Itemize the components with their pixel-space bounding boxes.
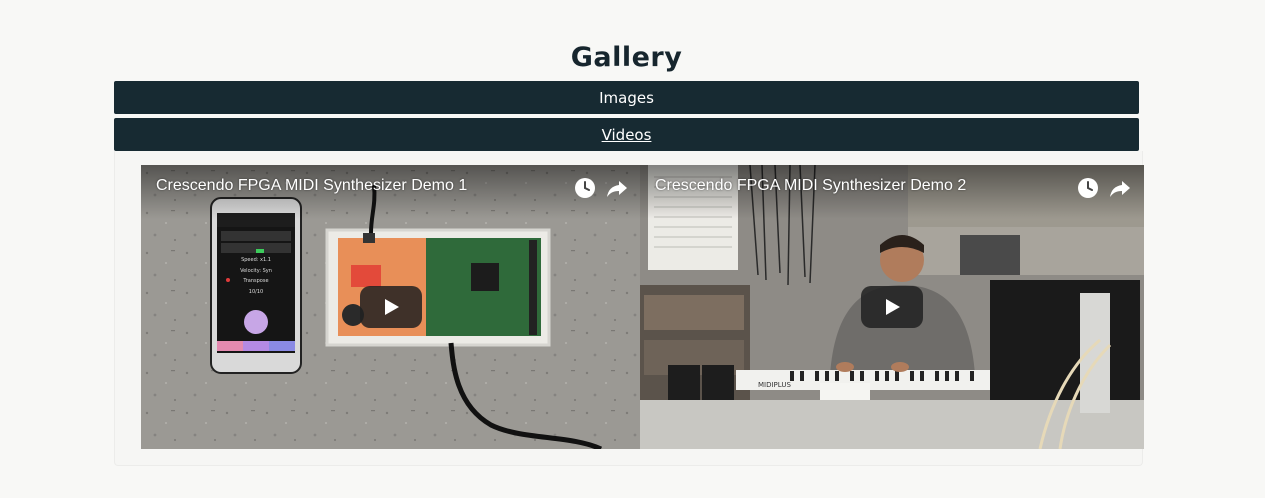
phone-speed-label: Speed: x1.1 bbox=[241, 257, 271, 263]
clock-icon[interactable] bbox=[573, 176, 597, 200]
phone-velocity-label: Velocity: Syn bbox=[240, 268, 272, 274]
video-player-2[interactable]: MIDIPLUS Crescendo FPGA MIDI Synthesizer… bbox=[640, 165, 1144, 449]
share-icon[interactable] bbox=[605, 176, 629, 200]
clock-icon[interactable] bbox=[1076, 176, 1100, 200]
tab-images[interactable]: Images bbox=[114, 81, 1139, 114]
tab-videos[interactable]: Videos bbox=[114, 118, 1139, 151]
keyboard-brand: MIDIPLUS bbox=[758, 381, 791, 389]
page-title: Gallery bbox=[570, 42, 683, 73]
tab-images-label: Images bbox=[599, 88, 654, 107]
play-icon bbox=[886, 299, 900, 315]
play-button[interactable] bbox=[360, 286, 422, 328]
share-icon[interactable] bbox=[1108, 176, 1132, 200]
play-icon bbox=[385, 299, 399, 315]
play-button[interactable] bbox=[861, 286, 923, 328]
phone-counter: 10/10 bbox=[249, 289, 263, 295]
phone-transpose-label: Transpose bbox=[242, 278, 268, 284]
video-title-1[interactable]: Crescendo FPGA MIDI Synthesizer Demo 1 bbox=[156, 177, 467, 195]
video-player-1[interactable]: Speed: x1.1 Velocity: Syn Transpose 10/1… bbox=[141, 165, 641, 449]
tab-videos-label: Videos bbox=[601, 125, 652, 144]
video-title-2[interactable]: Crescendo FPGA MIDI Synthesizer Demo 2 bbox=[655, 177, 966, 195]
